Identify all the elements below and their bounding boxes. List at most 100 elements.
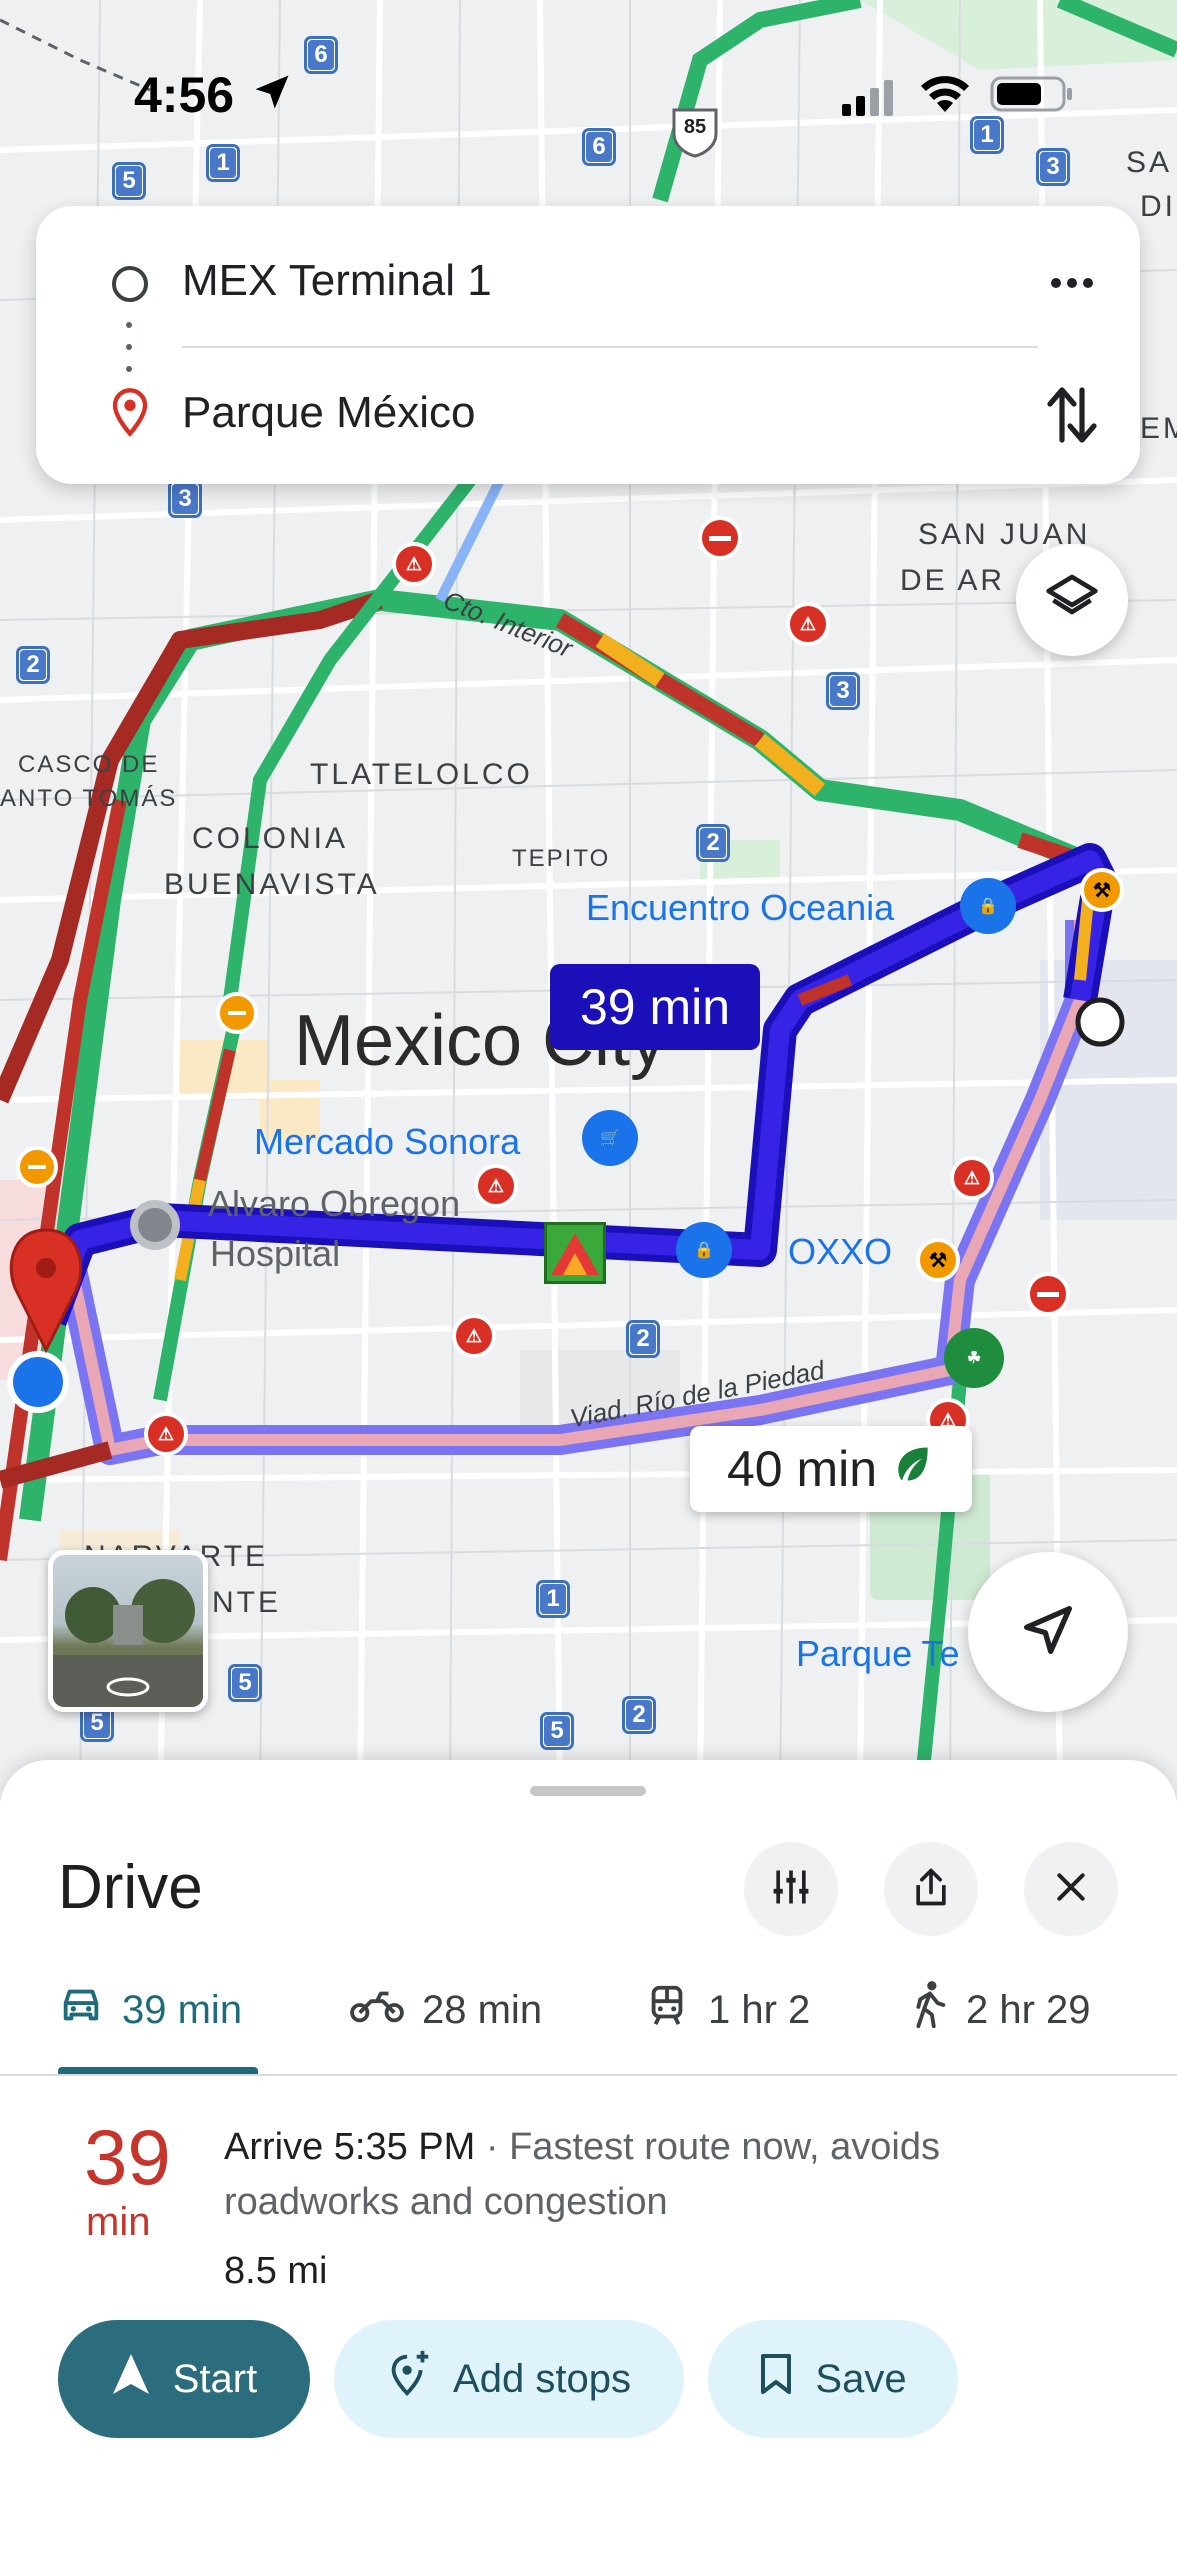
tab-walk[interactable]: 2 hr 29 [908, 1960, 1091, 2060]
district-label: CASCO DE [18, 751, 160, 778]
destination-pin-icon [110, 386, 150, 443]
route-options-button[interactable] [744, 1842, 838, 1936]
poi-label[interactable]: Encuentro Oceania [586, 888, 894, 928]
close-icon [1051, 1867, 1091, 1912]
destination-field[interactable]: Parque México [182, 388, 475, 438]
crash-icon[interactable]: ⚠ [950, 1156, 994, 1200]
primary-route-time[interactable]: 39 min [550, 964, 760, 1050]
route-shield-label: 2 [20, 650, 46, 680]
route-shield: 1 [206, 144, 240, 182]
separator: · [475, 2126, 510, 2168]
poi-label[interactable]: Hospital [210, 1234, 340, 1274]
location-arrow-icon [250, 70, 294, 119]
arrive-time: Arrive 5:35 PM [224, 2126, 476, 2168]
route-shield-label: 1 [540, 1584, 566, 1614]
bookmark-icon [759, 2352, 793, 2406]
tab-transit[interactable]: 1 hr 2 [644, 1960, 810, 2060]
slowdown-icon[interactable] [16, 1146, 58, 1188]
route-shield: 2 [16, 646, 50, 684]
poi-label[interactable]: OXXO [788, 1232, 892, 1272]
street-view-thumbnail[interactable] [48, 1550, 208, 1712]
route-shield: 5 [228, 1664, 262, 1702]
roadworks-icon[interactable]: ⚒ [916, 1238, 960, 1282]
crash-icon[interactable]: ⚠ [474, 1164, 518, 1208]
store-icon[interactable]: 🔒 [676, 1222, 732, 1278]
route-shield: 3 [826, 672, 860, 710]
alt-route-time-label: 40 min [726, 1441, 878, 1497]
share-button[interactable] [884, 1842, 978, 1936]
alt-route-time[interactable]: 40 min [690, 1426, 972, 1512]
route-shield-label: 1 [210, 148, 236, 178]
district-label: BUENAVISTA [164, 868, 380, 901]
district-label: ANTO TOMÁS [0, 785, 178, 812]
shopping-cart-icon[interactable]: 🛒 [582, 1110, 638, 1166]
route-shield: 1 [536, 1580, 570, 1618]
district-label: NTE [212, 1586, 281, 1619]
district-label: EM [1140, 412, 1177, 445]
route-shield: 2 [622, 1696, 656, 1734]
add-stops-button[interactable]: Add stops [334, 2320, 684, 2438]
eta-unit: min [86, 2200, 151, 2244]
crash-icon[interactable]: ⚠ [392, 542, 436, 586]
share-icon [909, 1865, 953, 1914]
eco-leaf-icon [891, 1440, 935, 1498]
tab-walk-label: 2 hr 29 [966, 1987, 1091, 2032]
route-shield-label: 5 [84, 1708, 110, 1738]
close-button[interactable] [1024, 1842, 1118, 1936]
no-entry-icon[interactable] [698, 516, 742, 560]
car-icon [58, 1982, 104, 2038]
route-shield-label: 3 [830, 676, 856, 706]
route-shield-label: 5 [116, 166, 142, 196]
start-button[interactable]: Start [58, 2320, 310, 2438]
navigation-arrow-icon [1016, 1598, 1080, 1667]
park-icon[interactable]: ☘ [944, 1328, 1004, 1388]
recenter-button[interactable] [968, 1552, 1128, 1712]
slowdown-icon[interactable] [216, 992, 258, 1034]
route-distance: 8.5 mi [224, 2250, 328, 2292]
poi-label[interactable]: Parque Te [796, 1634, 959, 1674]
route-shield-label: 5 [232, 1668, 258, 1698]
route-shield: 6 [304, 36, 338, 74]
crash-icon[interactable]: ⚠ [144, 1412, 188, 1456]
route-shield: 2 [626, 1320, 660, 1358]
tab-drive[interactable]: 39 min [58, 1960, 242, 2060]
tab-drive-label: 39 min [122, 1987, 243, 2032]
route-shield-label: 6 [586, 132, 612, 162]
no-entry-icon[interactable] [1026, 1272, 1070, 1316]
swap-icon[interactable] [1046, 384, 1098, 451]
walk-icon [908, 1980, 948, 2040]
save-label: Save [815, 2356, 907, 2401]
save-button[interactable]: Save [708, 2320, 958, 2438]
directions-sheet: Drive 39 min 28 min 1 hr 2 2 hr 29 39 mi… [0, 1760, 1177, 2560]
layers-button[interactable] [1016, 544, 1128, 656]
district-label: DI [1140, 190, 1176, 223]
destination-row[interactable]: Parque México [36, 364, 1140, 464]
route-shield: 5 [540, 1712, 574, 1750]
wifi-icon [918, 72, 972, 119]
more-icon[interactable] [1042, 258, 1102, 308]
store-icon[interactable]: 🔒 [960, 878, 1016, 934]
landmark-icon[interactable] [544, 1222, 606, 1284]
tab-transit-label: 1 hr 2 [708, 1987, 811, 2032]
route-shield-label: 2 [630, 1324, 656, 1354]
route-shield: 2 [696, 824, 730, 862]
crash-icon[interactable]: ⚠ [452, 1314, 496, 1358]
district-label: SA [1126, 146, 1173, 179]
origin-row[interactable]: MEX Terminal 1 [36, 232, 1140, 332]
status-time: 4:56 [134, 67, 235, 123]
hospital-pin-icon[interactable] [130, 1200, 180, 1250]
route-shield-label: 3 [1040, 152, 1066, 182]
poi-label[interactable]: Alvaro Obregon [208, 1184, 460, 1224]
origin-field[interactable]: MEX Terminal 1 [182, 256, 492, 306]
crash-icon[interactable]: ⚠ [786, 602, 830, 646]
sheet-handle[interactable] [530, 1786, 646, 1796]
signal-icon [842, 78, 900, 121]
roadworks-icon[interactable]: ⚒ [1080, 868, 1124, 912]
district-label: COLONIA [192, 822, 349, 855]
tab-divider [0, 2074, 1177, 2076]
poi-label[interactable]: Mercado Sonora [254, 1122, 520, 1162]
primary-route-time-label: 39 min [579, 979, 731, 1035]
highway-shield-label: 85 [683, 116, 707, 138]
map-view[interactable]: 4:56 Mexico City TLATELOLCO COLONIA BUEN… [0, 0, 1177, 1800]
tab-motorcycle[interactable]: 28 min [350, 1960, 542, 2060]
